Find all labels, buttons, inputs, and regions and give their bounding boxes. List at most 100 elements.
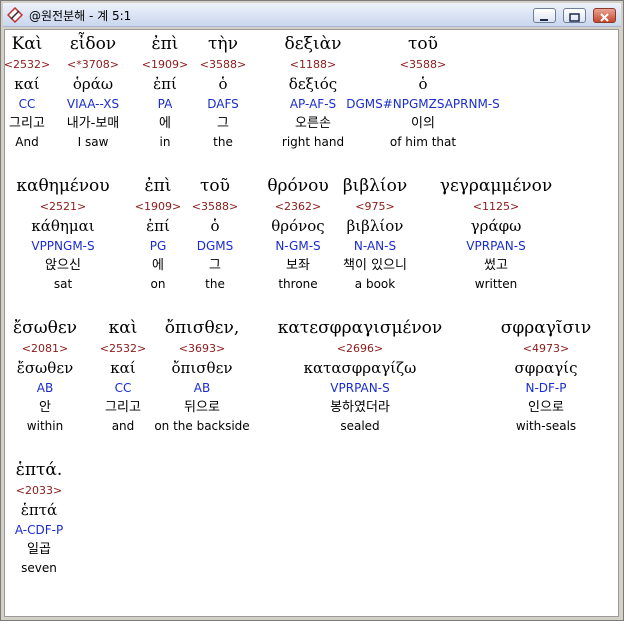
strong-number: <*3708>	[67, 58, 119, 71]
interlinear-word[interactable]: βιβλίον <975> βιβλίον N-AN-S 책이 있으니 a book	[330, 174, 420, 292]
lexical-form: κατασφραγίζω	[303, 359, 417, 377]
lexical-form: ὁ	[210, 217, 220, 235]
english-gloss: of him that	[389, 135, 457, 149]
english-gloss: with-seals	[515, 419, 577, 433]
english-gloss: the	[213, 135, 233, 149]
strong-number: <4973>	[522, 342, 570, 355]
interlinear-word[interactable]: Καὶ <2532> καί CC 그리고 And	[4, 32, 54, 150]
lexical-form: ὁράω	[72, 75, 114, 93]
interlinear-word[interactable]: τὴν <3588> ὁ DAFS 그 the	[196, 32, 250, 150]
morphology-code: CC	[18, 97, 36, 111]
lexical-form: ἐπί	[153, 75, 177, 93]
lexical-form: καί	[14, 75, 40, 93]
greek-word: γεγραμμένον	[439, 176, 553, 196]
greek-word: ἔσωθεν	[13, 318, 77, 338]
interlinear-word[interactable]: ἐπὶ <1909> ἐπί PA 에 in	[135, 32, 195, 150]
lexical-form: ἔσωθεν	[16, 359, 74, 377]
greek-word: ἑπτά.	[15, 460, 63, 480]
interlinear-word[interactable]: εἶδον <*3708> ὁράω VIAA--XS 내가-보매 I saw	[53, 32, 133, 150]
strong-number: <1125>	[472, 200, 520, 213]
lexical-form: κάθημαι	[31, 217, 95, 235]
strong-number: <3588>	[191, 200, 239, 213]
morphology-code: A-CDF-P	[14, 523, 64, 537]
interlinear-view[interactable]: Καὶ <2532> καί CC 그리고 And εἶδον <*3708> ὁράω VIAA…	[4, 29, 619, 617]
strong-number: <2033>	[15, 484, 63, 497]
lexical-form: γράφω	[470, 217, 522, 235]
strong-number: <2532>	[4, 58, 51, 71]
interlinear-word[interactable]: τοῦ <3588> ὁ DGMS#NPGMZSAPRNM-S 이의 of him tha…	[328, 32, 518, 150]
maximize-icon	[569, 13, 580, 22]
interlinear-word[interactable]: τοῦ <3588> ὁ DGMS 그 the	[187, 174, 243, 292]
interlinear-word[interactable]: ὄπισθεν, <3693> ὄπισθεν AB 뒤으로 on the backsid…	[143, 316, 261, 434]
greek-word: Καὶ	[11, 34, 43, 54]
korean-gloss: 내가-보매	[66, 116, 120, 131]
morphology-code: VIAA--XS	[66, 97, 120, 111]
greek-word: καθημένου	[16, 176, 110, 196]
interlinear-word[interactable]: καθημένου <2521> κάθημαι VPPNGM-S 앉으신 sat	[5, 174, 122, 292]
korean-gloss: 에	[159, 116, 171, 131]
close-button[interactable]	[593, 8, 616, 23]
lexical-form: ἐπί	[146, 217, 170, 235]
english-gloss: sealed	[340, 419, 380, 433]
korean-gloss: 인으로	[528, 400, 564, 415]
english-gloss: seven	[21, 561, 57, 575]
morphology-code: VPPNGM-S	[31, 239, 95, 253]
app-window: @원전분해 - 계 5:1 Καὶ <2532> καί CC 그리고 And εἶδον <…	[0, 0, 624, 621]
morphology-code: DGMS	[196, 239, 234, 253]
greek-word: τὴν	[208, 34, 238, 54]
korean-gloss: 책이 있으니	[343, 258, 407, 273]
strong-number: <1909>	[134, 200, 182, 213]
english-gloss: And	[15, 135, 39, 149]
morphology-code: N-AN-S	[353, 239, 397, 253]
strong-number: <2521>	[39, 200, 87, 213]
interlinear-word[interactable]: ἔσωθεν <2081> ἔσωθεν AB 안 within	[5, 316, 85, 434]
minimize-button[interactable]	[533, 8, 556, 23]
lexical-form: ὁ	[218, 75, 228, 93]
maximize-button[interactable]	[563, 8, 586, 23]
interlinear-word[interactable]: ἑπτά. <2033> ἑπτά A-CDF-P 일곱 seven	[5, 458, 74, 576]
english-gloss: I saw	[77, 135, 109, 149]
lexical-form: ἑπτά	[20, 501, 58, 519]
strong-number: <3693>	[178, 342, 226, 355]
interlinear-word[interactable]: κατεσφραγισμένον <2696> κατασφραγίζω VPRPAN…	[265, 316, 455, 434]
strong-number: <1909>	[141, 58, 189, 71]
minimize-icon	[540, 19, 548, 21]
korean-gloss: 에	[152, 258, 164, 273]
korean-gloss: 봉하였더라	[330, 400, 390, 415]
english-gloss: in	[159, 135, 171, 149]
korean-gloss: 일곱	[27, 542, 51, 557]
morphology-code: DGMS#NPGMZSAPRNM-S	[346, 97, 500, 111]
strong-number: <975>	[355, 200, 395, 213]
morphology-code: N-DF-P	[525, 381, 567, 395]
title-bar[interactable]: @원전분해 - 계 5:1	[3, 3, 621, 27]
korean-gloss: 안	[39, 400, 51, 415]
english-gloss: a book	[354, 277, 396, 291]
morphology-code: PA	[157, 97, 173, 111]
strong-number: <2696>	[336, 342, 384, 355]
korean-gloss: 이의	[411, 116, 435, 131]
greek-word: ἐπὶ	[151, 34, 179, 54]
morphology-code: VPRPAN-S	[466, 239, 526, 253]
greek-word: εἶδον	[69, 34, 117, 54]
window-title: @원전분해 - 계 5:1	[29, 9, 132, 23]
interlinear-word[interactable]: σφραγῖσιν <4973> σφραγίς N-DF-P 인으로 with-seal…	[491, 316, 601, 434]
english-gloss: written	[474, 277, 518, 291]
greek-word: τοῦ	[408, 34, 438, 54]
interlinear-word[interactable]: ἐπὶ <1909> ἐπί PG 에 on	[130, 174, 186, 292]
english-gloss: within	[26, 419, 64, 433]
korean-gloss: 그	[209, 258, 221, 273]
strong-number: <2081>	[21, 342, 69, 355]
english-gloss: on the backside	[154, 419, 250, 433]
greek-word: βιβλίον	[342, 176, 408, 196]
lexical-form: ὁ	[418, 75, 428, 93]
english-gloss: the	[205, 277, 225, 291]
english-gloss: on	[150, 277, 166, 291]
greek-word: ἐπὶ	[144, 176, 172, 196]
greek-word: ὄπισθεν,	[164, 318, 240, 338]
greek-word: κατεσφραγισμένον	[277, 318, 443, 338]
close-icon	[600, 13, 609, 22]
interlinear-word[interactable]: γεγραμμένον <1125> γράφω VPRPAN-S 썼고 written	[426, 174, 566, 292]
morphology-code: VPRPAN-S	[330, 381, 390, 395]
korean-gloss: 그	[217, 116, 229, 131]
strong-number: <3588>	[199, 58, 247, 71]
